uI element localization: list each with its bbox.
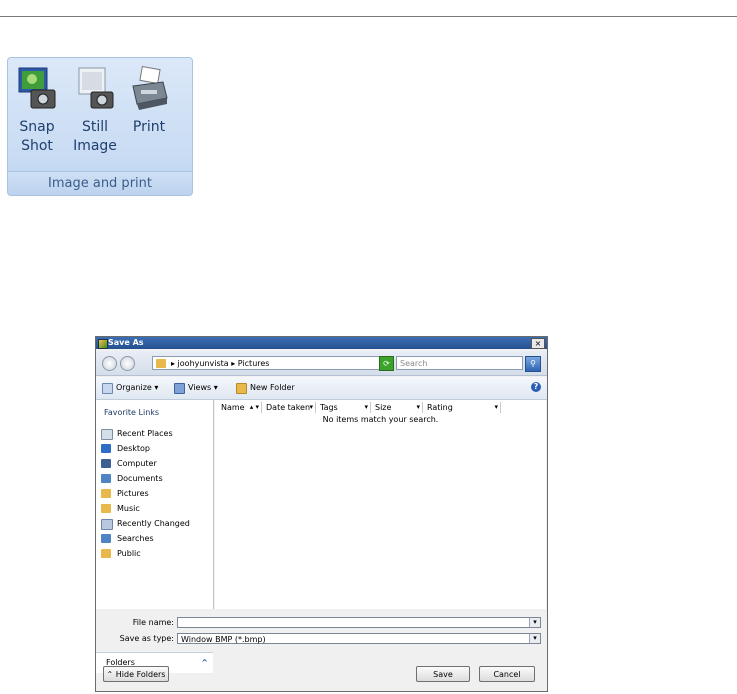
print-button[interactable]: Print <box>126 64 172 160</box>
sidebar-item-computer[interactable]: Computer <box>101 457 157 470</box>
top-rule <box>0 16 737 17</box>
column-header-date-taken[interactable]: Date taken ▾ <box>262 402 316 413</box>
column-header-size[interactable]: Size ▾ <box>371 402 423 413</box>
sidebar-item-pictures[interactable]: Pictures <box>101 487 149 500</box>
views-label: Views ▾ <box>188 383 218 392</box>
sidebar-item-label: Computer <box>117 459 157 468</box>
column-label: Size <box>375 403 392 412</box>
printer-icon <box>132 65 168 110</box>
views-menu[interactable]: Views ▾ <box>174 382 218 394</box>
address-path: ▸ joohyunvista ▸ Pictures <box>171 359 270 368</box>
sidebar-item-music[interactable]: Music <box>101 502 140 515</box>
cancel-button[interactable]: Cancel <box>479 666 535 682</box>
save-as-dialog: Save As × ▸ joohyunvista ▸ Pictures ▾ ⟳ … <box>95 336 548 692</box>
music-folder-icon <box>101 504 111 513</box>
help-icon[interactable]: ? <box>531 382 541 392</box>
snap-shot-button[interactable]: Snap Shot <box>12 64 62 160</box>
desktop-icon <box>101 444 111 453</box>
refresh-icon[interactable]: ⟳ <box>379 356 394 371</box>
sidebar-item-label: Public <box>117 549 141 558</box>
column-header-rating[interactable]: Rating ▾ <box>423 402 501 413</box>
file-name-label: File name: <box>132 618 174 627</box>
chevron-down-icon[interactable]: ▾ <box>529 634 540 643</box>
organize-menu[interactable]: Organize ▾ <box>102 382 158 394</box>
sidebar-item-searches[interactable]: Searches <box>101 532 154 545</box>
new-folder-icon <box>236 383 247 394</box>
empty-message: No items match your search. <box>322 415 439 424</box>
recent-places-icon <box>101 429 113 440</box>
still-image-button[interactable]: Still Image <box>68 64 122 160</box>
ribbon-group-image-and-print: Snap Shot Still Image Print Image and pr… <box>7 57 193 196</box>
folder-icon <box>156 359 166 368</box>
column-label: Date taken <box>266 403 311 412</box>
sidebar-item-label: Searches <box>117 534 154 543</box>
column-label: Rating <box>427 403 453 412</box>
dialog-title: Save As <box>108 338 144 347</box>
sidebar-item-label: Documents <box>117 474 163 483</box>
recently-changed-icon <box>101 519 113 530</box>
close-button[interactable]: × <box>531 338 545 349</box>
views-icon <box>174 383 185 394</box>
save-as-type-label: Save as type: <box>119 634 174 643</box>
chevron-down-icon[interactable]: ▾ <box>529 618 540 627</box>
file-list[interactable]: Name ▴ ▾ Date taken ▾ Tags ▾ Size ▾ Rati… <box>215 400 546 609</box>
pictures-folder-icon <box>101 489 111 498</box>
address-breadcrumb[interactable]: ▸ joohyunvista ▸ Pictures ▾ <box>152 356 392 370</box>
ribbon-group-label: Image and print <box>8 171 192 195</box>
forward-button[interactable] <box>120 356 135 371</box>
sidebar-item-recently-changed[interactable]: Recently Changed <box>101 517 190 530</box>
chevron-down-icon: ▾ <box>309 403 313 411</box>
snap-shot-label: Snap Shot <box>19 119 55 154</box>
column-header-name[interactable]: Name ▴ ▾ <box>217 402 262 413</box>
sidebar-item-documents[interactable]: Documents <box>101 472 163 485</box>
column-label: Name <box>221 403 245 412</box>
chevron-down-icon: ▾ <box>364 403 368 411</box>
sidebar-item-recent-places[interactable]: Recent Places <box>101 427 173 440</box>
sidebar-item-label: Pictures <box>117 489 149 498</box>
chevron-down-icon: ▾ <box>494 403 498 411</box>
favorite-links-header: Favorite Links <box>104 408 160 417</box>
organize-icon <box>102 383 113 394</box>
search-icon[interactable]: ⚲ <box>525 356 541 372</box>
hide-folders-label: Hide Folders <box>115 670 166 679</box>
snapshot-camera-icon <box>18 67 56 109</box>
column-header-tags[interactable]: Tags ▾ <box>316 402 371 413</box>
dialog-toolbar: Organize ▾ Views ▾ New Folder ? <box>96 377 547 400</box>
still-image-camera-icon <box>78 67 114 109</box>
column-label: Tags <box>320 403 338 412</box>
new-folder-button[interactable]: New Folder <box>236 382 295 394</box>
sidebar-item-label: Recent Places <box>117 429 173 438</box>
address-bar-area: ▸ joohyunvista ▸ Pictures ▾ ⟳ Search ⚲ <box>96 351 547 376</box>
save-as-type-value: Window BMP (*.bmp) <box>181 635 266 644</box>
sidebar-item-label: Desktop <box>117 444 150 453</box>
searches-icon <box>101 534 111 543</box>
save-button[interactable]: Save <box>416 666 470 682</box>
still-image-label: Still Image <box>73 119 117 154</box>
app-icon <box>98 339 108 349</box>
computer-icon <box>101 459 111 468</box>
documents-icon <box>101 474 111 483</box>
sidebar-item-desktop[interactable]: Desktop <box>101 442 150 455</box>
sidebar-item-public[interactable]: Public <box>101 547 141 560</box>
navigation-pane: Favorite Links Recent Places Desktop Com… <box>96 400 214 673</box>
new-folder-label: New Folder <box>250 383 295 392</box>
sidebar-item-label: Recently Changed <box>117 519 190 528</box>
chevron-down-icon: ▾ <box>416 403 420 411</box>
dialog-title-bar: Save As × <box>96 337 547 349</box>
back-button[interactable] <box>102 356 117 371</box>
print-label: Print <box>132 119 166 135</box>
public-folder-icon <box>101 549 111 558</box>
hide-folders-button[interactable]: ⌃ Hide Folders <box>103 666 169 682</box>
organize-label: Organize ▾ <box>116 383 159 392</box>
dialog-footer: ⌃ Hide Folders Save Cancel <box>96 657 547 691</box>
chevron-up-icon: ⌃ <box>106 670 114 679</box>
sidebar-item-label: Music <box>117 504 140 513</box>
search-input[interactable]: Search <box>396 356 523 370</box>
file-name-input[interactable]: ▾ <box>177 617 541 628</box>
sort-arrow-icon: ▴ ▾ <box>249 403 259 411</box>
save-as-type-select[interactable]: Window BMP (*.bmp) ▾ <box>177 633 541 644</box>
